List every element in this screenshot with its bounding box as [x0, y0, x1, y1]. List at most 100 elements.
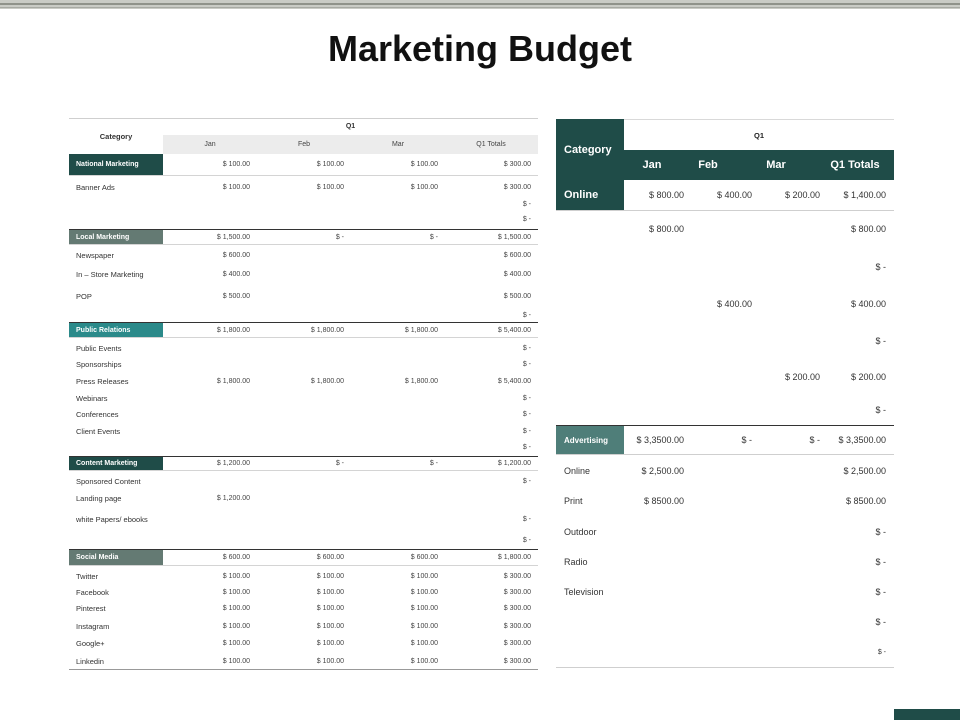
row-label	[69, 308, 163, 322]
cell-mar	[344, 423, 438, 439]
cell-jan	[156, 423, 250, 439]
cell-mar	[750, 637, 820, 667]
cell-jan	[614, 577, 684, 607]
cell-jan	[156, 439, 250, 455]
row-label: Client Events	[76, 426, 121, 436]
cell-q1-total: $ -	[522, 537, 531, 544]
row-label: Instagram	[76, 622, 110, 631]
section-label: Public Relations	[69, 323, 163, 337]
cell-jan: $ 800.00	[648, 224, 684, 234]
row-label: Press Releases	[76, 377, 129, 386]
cell-mar	[344, 490, 438, 507]
table-row: Pinterest $ 100.00 $ 100.00 $ 100.00 $ 300.0…	[69, 600, 538, 617]
cell-q1-total: $ 300.00	[503, 161, 531, 168]
cell-q1-total: $ 1,500.00	[497, 233, 531, 241]
cell-jan: $ 1,500.00	[216, 233, 250, 241]
cell-q1-total: $ -	[522, 311, 531, 319]
table-row: Sponsored Content $ -	[69, 473, 538, 490]
cell-mar	[750, 456, 820, 486]
cell-feb: $ 1,800.00	[310, 378, 344, 385]
table-row: Landing page $ 1,200.00	[69, 490, 538, 507]
cell-feb	[682, 486, 752, 516]
table-row: $ 200.00 $ 200.00	[556, 359, 894, 395]
cell-feb	[682, 359, 752, 395]
cell-mar: $ 100.00	[410, 605, 438, 612]
cell-feb: $ 100.00	[316, 657, 344, 665]
table-row: $ -	[69, 532, 538, 549]
cell-q1-total: $ 300.00	[503, 640, 531, 647]
cell-mar	[344, 406, 438, 423]
table-row: Print $ 8500.00 $ 8500.00	[556, 486, 894, 516]
section-row: Advertising $ 3,3500.00 $ - $ - $ 3,3500.00	[556, 425, 894, 455]
cell-feb: $ 100.00	[316, 623, 344, 630]
table-row: Sponsorships $ -	[69, 356, 538, 373]
cell-q1-total: $ -	[875, 261, 886, 272]
row-label	[69, 532, 163, 549]
cell-q1-total: $ 1,200.00	[497, 460, 531, 467]
cell-q1-total: $ 400.00	[503, 270, 531, 278]
q1-header: Q1	[345, 123, 356, 130]
cell-q1-total: $ 300.00	[503, 589, 531, 596]
table-row: Linkedin $ 100.00 $ 100.00 $ 100.00 $ 300.00	[69, 653, 538, 669]
table-row: Google+ $ 100.00 $ 100.00 $ 100.00 $ 300.00	[69, 635, 538, 652]
cell-mar: $ 1,800.00	[404, 326, 438, 334]
cell-q1-total: $ -	[522, 427, 531, 435]
cell-jan: $ 400.00	[222, 270, 250, 278]
cell-jan	[156, 508, 250, 531]
cell-feb: $ 100.00	[316, 605, 344, 612]
cell-jan: $ 1,800.00	[216, 326, 250, 334]
cell-mar: $ 200.00	[784, 190, 820, 200]
cell-mar	[750, 607, 820, 637]
row-label: Public Events	[76, 343, 122, 353]
cell-mar	[344, 390, 438, 406]
col-header-feb: Feb	[698, 159, 718, 171]
cell-q1-total: $ -	[522, 216, 531, 223]
table-row: $ -	[556, 395, 894, 425]
col-header-jan: Jan	[204, 141, 216, 148]
cell-jan	[156, 340, 250, 356]
q1-header: Q1	[624, 119, 894, 150]
table-row: Webinars $ -	[69, 390, 538, 406]
cell-mar: $ -	[429, 233, 438, 241]
cell-mar: $ 100.00	[410, 623, 438, 630]
cell-jan: $ 100.00	[222, 161, 250, 168]
row-label	[69, 439, 163, 455]
cell-mar	[344, 308, 438, 322]
cell-jan	[156, 406, 250, 423]
cell-q1-total: $ 800.00	[850, 224, 886, 234]
cell-mar	[344, 356, 438, 373]
cell-mar: $ 100.00	[410, 183, 438, 191]
table-row: $ -	[69, 439, 538, 455]
cell-mar	[344, 508, 438, 531]
cell-mar	[344, 340, 438, 356]
cell-q1-total: $ 2,500.00	[843, 466, 886, 476]
cell-q1-total: $ -	[522, 201, 531, 208]
cell-feb	[250, 286, 344, 307]
cell-jan	[614, 637, 684, 667]
section-label: Social Media	[69, 550, 163, 565]
cell-q1-total: $ -	[875, 335, 886, 346]
cell-q1-total: $ -	[522, 411, 531, 418]
cell-feb	[250, 508, 344, 531]
cell-jan: $ 800.00	[648, 190, 684, 200]
table-row: Television $ -	[556, 577, 894, 607]
cell-feb: $ 400.00	[716, 190, 752, 200]
cell-jan	[156, 212, 250, 227]
top-decor-line	[0, 3, 960, 5]
cell-jan: $ 100.00	[222, 605, 250, 612]
row-label: white Papers/ ebooks	[76, 515, 148, 524]
cell-q1-total: $ 3,3500.00	[838, 435, 886, 445]
row-label	[69, 212, 163, 227]
cell-q1-total: $ 200.00	[850, 372, 886, 382]
cell-q1-total: $ 400.00	[850, 298, 886, 309]
cell-feb	[250, 390, 344, 406]
cell-jan	[614, 607, 684, 637]
row-label: Banner Ads	[76, 182, 115, 192]
section-row: Local Marketing $ 1,500.00 $ - $ - $ 1,500.0…	[69, 229, 538, 245]
col-header-q1-totals: Q1 Totals	[476, 141, 506, 148]
cell-q1-total	[437, 490, 531, 507]
corner-accent	[894, 709, 960, 720]
cell-mar	[344, 197, 438, 212]
cell-feb	[682, 607, 752, 637]
row-label: In – Store Marketing	[76, 269, 144, 279]
